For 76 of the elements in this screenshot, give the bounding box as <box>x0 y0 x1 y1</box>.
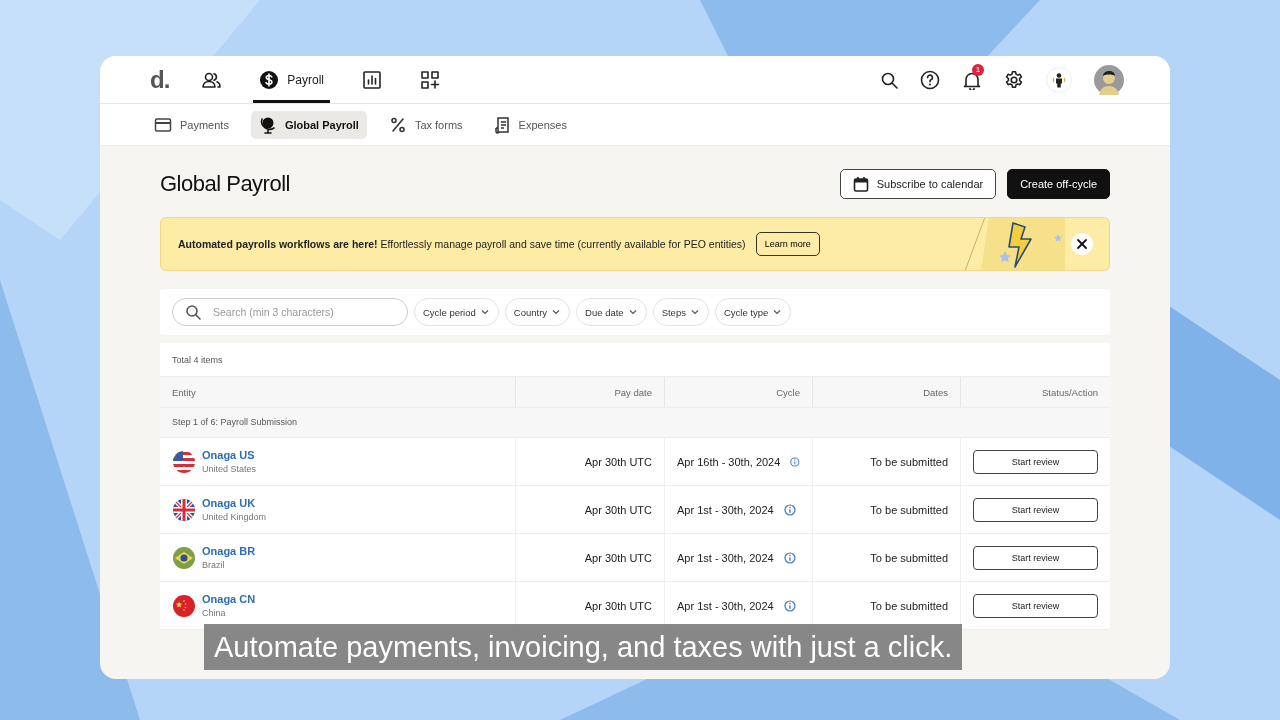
country-name: United Kingdom <box>202 512 267 522</box>
entity-link[interactable]: Onaga BR <box>202 545 256 557</box>
logo: d. <box>150 64 170 95</box>
chevron-down-icon <box>689 307 700 317</box>
table-cell: To be submitted <box>813 486 961 533</box>
info-icon[interactable] <box>783 599 796 612</box>
info-icon[interactable] <box>783 551 796 564</box>
filter-dropdown[interactable]: Country <box>504 298 571 326</box>
filter-dropdown[interactable]: Due date <box>576 298 647 326</box>
table-cell: Apr 1st - 30th, 2024 <box>677 503 774 516</box>
filter-dropdown[interactable]: Cycle period <box>414 298 499 326</box>
close-icon <box>1075 237 1089 251</box>
item-count: Total 4 items <box>171 354 224 367</box>
table-cell: Apr 30th UTC <box>516 534 665 581</box>
sub-tab[interactable]: Payments <box>146 110 237 139</box>
settings-icon[interactable] <box>1004 69 1024 90</box>
table-cell: To be submitted <box>813 534 961 581</box>
chevron-down-icon <box>479 307 490 317</box>
help-icon[interactable] <box>920 69 940 90</box>
search-field[interactable]: Search (min 3 characters) <box>172 298 408 326</box>
table-cell: Apr 30th UTC <box>516 486 665 533</box>
filter-dropdown[interactable]: Cycle type <box>714 298 792 326</box>
entity-link[interactable]: Onaga CN <box>202 593 256 605</box>
bar-chart-icon <box>362 69 382 90</box>
column-header[interactable]: Dates <box>813 377 961 407</box>
sub-tab[interactable]: Global Payroll <box>250 110 367 139</box>
search-icon[interactable] <box>880 70 898 89</box>
start-review-button[interactable]: Start review <box>973 449 1098 474</box>
group-label: Step 1 of 6: Payroll Submission <box>160 408 1110 438</box>
uk-flag-icon <box>172 497 196 522</box>
receipt-icon <box>492 115 511 134</box>
table-cell: Apr 1st - 30th, 2024 <box>677 551 774 564</box>
avatar-icon[interactable] <box>1094 64 1124 95</box>
entity-link[interactable]: Onaga US <box>202 449 257 461</box>
percent-icon <box>388 115 407 134</box>
us-flag-icon <box>172 449 196 474</box>
sub-tab[interactable]: Expenses <box>484 110 575 139</box>
video-caption: Automate payments, invoicing, and taxes with just a click. <box>204 624 963 670</box>
chevron-down-icon <box>772 307 783 317</box>
column-header[interactable]: Entity <box>160 377 516 407</box>
info-icon[interactable] <box>783 503 796 516</box>
column-header[interactable]: Pay date <box>516 377 665 407</box>
subscribe-button[interactable]: Subscribe to calendar <box>839 169 997 199</box>
globe-stand-icon <box>258 115 277 134</box>
brazil-flag-icon <box>172 545 196 570</box>
dollar-icon <box>259 69 280 90</box>
create-button[interactable]: Create off-cycle <box>1007 169 1110 199</box>
calendar-icon <box>852 176 869 192</box>
country-name: Brazil <box>202 560 226 570</box>
team-icon[interactable] <box>1046 66 1072 93</box>
sub-tab[interactable]: Tax forms <box>380 110 471 139</box>
close-button[interactable] <box>1071 233 1093 255</box>
table-cell: Apr 1st - 30th, 2024 <box>677 599 774 612</box>
china-flag-icon <box>172 593 196 618</box>
chevron-down-icon <box>627 307 638 317</box>
learn-more-button[interactable]: Learn more <box>755 232 820 256</box>
notification-badge: 1 <box>972 63 984 76</box>
entity-link[interactable]: Onaga UK <box>202 497 267 509</box>
info-icon[interactable] <box>790 455 800 468</box>
country-name: United States <box>202 464 257 474</box>
chevron-down-icon <box>551 307 562 317</box>
start-review-button[interactable]: Start review <box>973 497 1098 522</box>
banner-text: Automated payrolls workflows are here! Effortlessly manage payroll and save time (currently available for PEO entities) <box>178 238 746 250</box>
search-icon <box>185 304 201 320</box>
country-name: China <box>202 608 227 618</box>
column-header[interactable]: Status/Action <box>961 377 1110 407</box>
start-review-button[interactable]: Start review <box>973 593 1098 618</box>
table-cell: Apr 16th - 30th, 2024 <box>677 455 781 468</box>
table-cell: Apr 30th UTC <box>516 438 665 485</box>
table-cell: To be submitted <box>813 438 961 485</box>
apps-add-icon <box>420 69 440 90</box>
page-title: Global Payroll <box>160 171 290 197</box>
filter-dropdown[interactable]: Steps <box>652 298 709 326</box>
card-icon <box>154 115 172 134</box>
column-header[interactable]: Cycle <box>665 377 813 407</box>
start-review-button[interactable]: Start review <box>973 545 1098 570</box>
